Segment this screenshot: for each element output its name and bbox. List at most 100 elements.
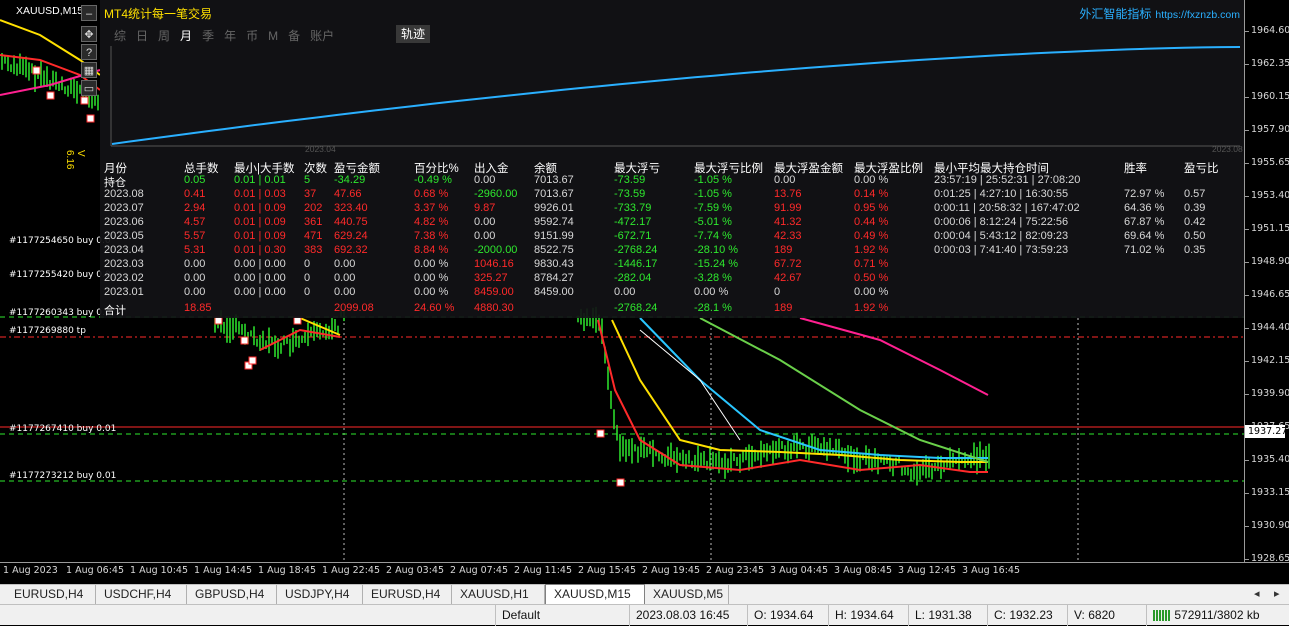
table-cell: 2023.06	[104, 216, 144, 228]
table-cell: -282.04	[614, 272, 652, 284]
move-icon[interactable]: ✥	[81, 26, 97, 42]
price-chart[interactable]: XAUUSD,M15 – ✥ ? ▦ ▭ V 6.16 #1177254650 …	[0, 0, 1244, 562]
table-cell: 合计	[104, 305, 126, 317]
table-cell: 37	[304, 188, 317, 200]
table-header: 月份 总手数 最小|大手数 次数 盈亏金额 百分比% 出入金 余额 最大浮亏 最大浮亏比例 最大浮盈…	[100, 160, 1244, 175]
table-cell: 0.49 %	[854, 230, 889, 242]
table-cell: 440.75	[334, 216, 368, 228]
price-axis[interactable]: 1964.60 1962.35 1960.15 1957.90 1955.65 1953.…	[1244, 0, 1289, 564]
table-cell: 67.87 %	[1124, 216, 1165, 228]
table-cell: 0.42	[1184, 216, 1206, 228]
table-cell: 42.33	[774, 230, 802, 242]
time-tick-label: 1 Aug 06:45	[66, 565, 125, 576]
table-cell: 0.00	[474, 216, 496, 228]
help-icon[interactable]: ?	[81, 44, 97, 60]
price-tick-label: 1957.90	[1244, 124, 1289, 135]
price-tick-label: 1953.40	[1244, 190, 1289, 201]
order-label: #1177255420 buy 0.0	[9, 270, 111, 280]
table-cell: 0:01:25 | 4:27:10 | 16:30:55	[934, 188, 1069, 200]
price-tick-label: 1944.40	[1244, 322, 1289, 333]
table-cell: 323.40	[334, 202, 368, 214]
time-axis[interactable]: 1 Aug 2023 1 Aug 06:45 1 Aug 10:45 1 Aug 14…	[0, 562, 1289, 584]
table-cell: 383	[304, 244, 323, 256]
time-tick-label: 3 Aug 12:45	[898, 565, 957, 576]
trade-marker-icon	[596, 429, 605, 438]
grid-icon[interactable]: ▦	[81, 62, 97, 78]
chart-tab[interactable]: EURUSD,H4	[363, 585, 452, 604]
table-cell: 71.02 %	[1124, 244, 1165, 256]
table-cell: 67.72	[774, 258, 802, 270]
table-cell: -2768.24	[614, 244, 658, 256]
table-cell: 0.01 | 0.30	[234, 244, 286, 256]
traffic-label: 572911/3802 kb	[1174, 608, 1260, 622]
table-cell: 5.57	[184, 230, 206, 242]
table-cell: 629.24	[334, 230, 368, 242]
table-cell: 0.01 | 0.09	[234, 216, 286, 228]
table-cell: 0:00:06 | 8:12:24 | 75:22:56	[934, 216, 1069, 228]
time-tick-label: 3 Aug 16:45	[962, 565, 1021, 576]
chart-tab[interactable]: XAUUSD,M5	[645, 585, 729, 604]
table-cell: 202	[304, 202, 323, 214]
chart-tab[interactable]: EURUSD,H4	[6, 585, 96, 604]
table-cell: 0.00 %	[414, 286, 449, 298]
restore-icon[interactable]: ▭	[81, 80, 97, 96]
table-cell: 0.00	[184, 286, 206, 298]
time-tick-label: 2 Aug 03:45	[386, 565, 445, 576]
table-cell: 7013.67	[534, 188, 574, 200]
table-cell: 361	[304, 216, 323, 228]
time-tick-label: 2 Aug 11:45	[514, 565, 573, 576]
table-cell: -34.29	[334, 174, 366, 186]
order-label: #1177260343 buy 0.0	[9, 308, 111, 318]
table-cell: -5.01 %	[694, 216, 732, 228]
price-tick-label: 1946.65	[1244, 289, 1289, 300]
chart-tab[interactable]: USDJPY,H4	[277, 585, 363, 604]
table-cell: 2099.08	[334, 302, 374, 314]
minimize-button[interactable]: –	[81, 5, 97, 21]
table-cell: 23:57:19 | 25:52:31 | 27:08:20	[934, 174, 1081, 186]
table-row: 2023.04 5.31 0.01 | 0.30 383 692.32 8.84 % -20…	[100, 244, 1244, 258]
table-cell: 2023.01	[104, 286, 144, 298]
table-cell: 3.37 %	[414, 202, 449, 214]
profile-status[interactable]: Default	[495, 605, 629, 626]
table-cell: 0.00 | 0.00	[234, 258, 286, 270]
table-cell: 2023.03	[104, 258, 144, 270]
table-cell: 0.00	[774, 174, 796, 186]
table-cell: 2023.07	[104, 202, 144, 214]
table-cell: 0.00 | 0.00	[234, 286, 286, 298]
table-cell: 4.82 %	[414, 216, 449, 228]
table-cell: 0.44 %	[854, 216, 889, 228]
chart-tab[interactable]: USDCHF,H4	[96, 585, 187, 604]
table-cell: 64.36 %	[1124, 202, 1165, 214]
table-cell: 8522.75	[534, 244, 574, 256]
table-cell: 0	[304, 286, 311, 298]
chart-tab[interactable]: GBPUSD,H4	[187, 585, 277, 604]
table-cell: -2960.00	[474, 188, 518, 200]
mini-x-end: 2023.08	[1212, 144, 1243, 154]
tab-scroll-left-icon[interactable]: ◂	[1254, 587, 1260, 600]
table-cell: 0.35	[1184, 244, 1206, 256]
table-cell: -3.28 %	[694, 272, 732, 284]
connection-status[interactable]: 572911/3802 kb	[1146, 605, 1289, 626]
order-label: #1177269880 tp	[9, 326, 86, 336]
table-cell: 0.00	[334, 272, 356, 284]
table-cell: 8.84 %	[414, 244, 449, 256]
trend-line	[639, 329, 741, 441]
table-cell: 8459.00	[474, 286, 514, 298]
table-cell: -2768.24	[614, 302, 658, 314]
chart-tab[interactable]: XAUUSD,H1	[452, 585, 545, 604]
order-label: #1177267410 buy 0.01	[9, 424, 117, 434]
table-cell: 0	[304, 272, 311, 284]
chart-tab[interactable]: XAUUSD,M15	[545, 584, 645, 605]
current-price-label: 1937.27	[1245, 425, 1287, 438]
table-cell: -15.24 %	[694, 258, 739, 270]
table-cell: -2000.00	[474, 244, 518, 256]
tab-scroll-right-icon[interactable]: ▸	[1274, 587, 1280, 600]
high-status: H: 1934.64	[828, 605, 908, 626]
table-row: 2023.02 0.00 0.00 | 0.00 0 0.00 0.00 % 325.27 8…	[100, 272, 1244, 286]
time-tick-label: 1 Aug 14:45	[194, 565, 253, 576]
table-cell: 0.00 | 0.00	[234, 272, 286, 284]
chart-tabs-bar: ◂ ▸ EURUSD,H4 USDCHF,H4 GBPUSD,H4 USDJPY,H4…	[0, 584, 1289, 605]
table-cell: 4.57	[184, 216, 206, 228]
table-cell: 8459.00	[534, 286, 574, 298]
symbol-label: XAUUSD,M15	[16, 5, 84, 17]
